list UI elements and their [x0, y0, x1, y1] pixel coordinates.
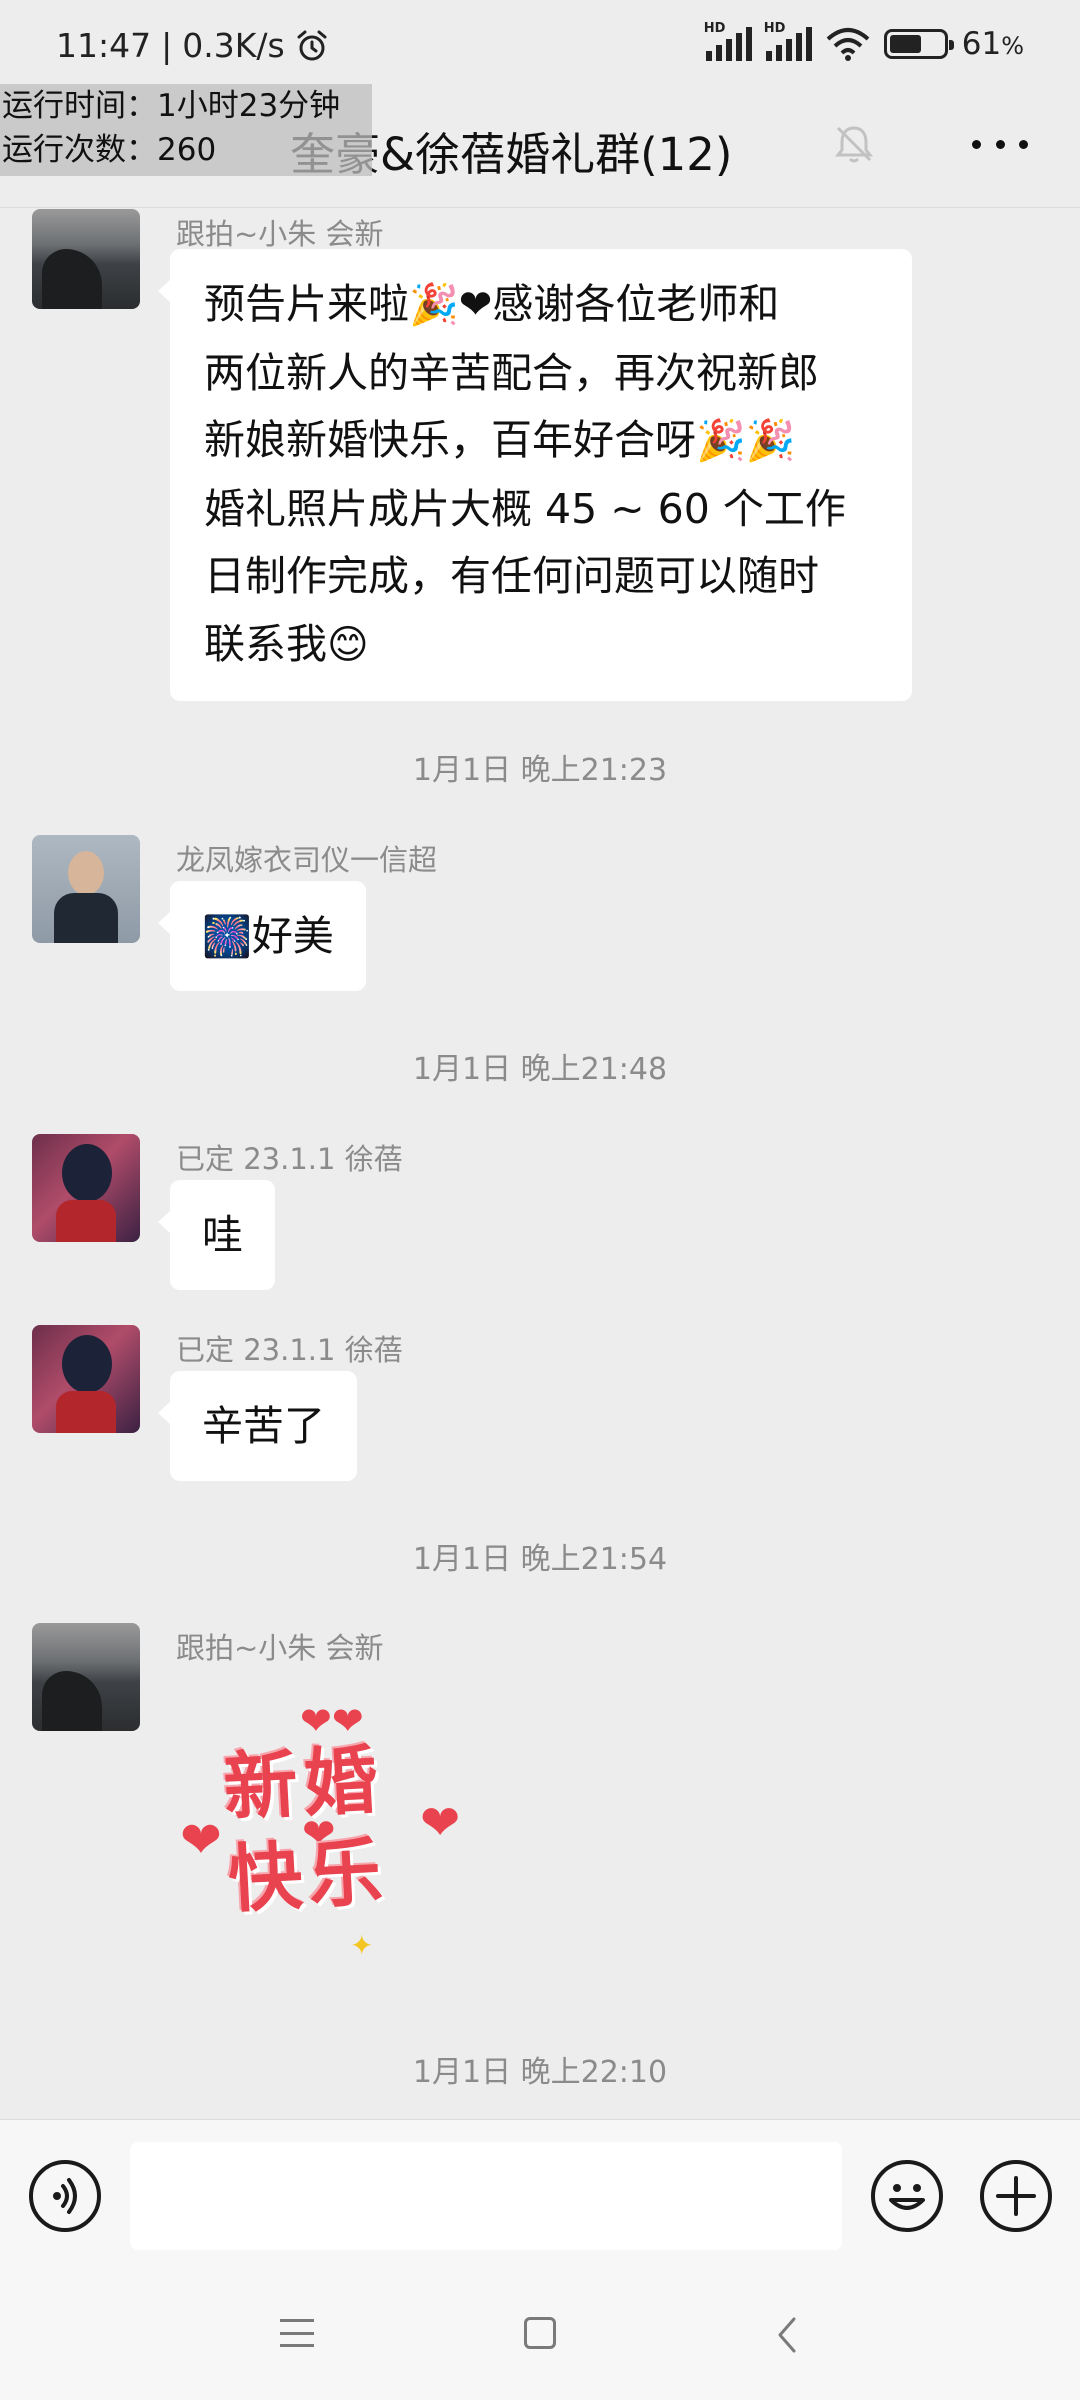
timestamp: 1月1日 晚上21:23 — [412, 753, 668, 788]
sticker-text: 新婚 快乐 — [221, 1737, 391, 1924]
mute-icon — [834, 126, 874, 163]
message-text: 辛苦了 — [202, 1402, 325, 1450]
emoji-icon — [889, 2184, 925, 2210]
avatar[interactable] — [32, 1325, 140, 1433]
sender-name: 已定 23.1.1 徐蓓 — [176, 1333, 403, 1367]
hd-signal-icon: HD — [764, 21, 812, 61]
sender-name: 跟拍~小朱 会新 — [176, 217, 384, 251]
input-bar — [0, 2119, 1080, 2275]
status-separator: | — [161, 26, 173, 65]
chat-area[interactable]: 跟拍~小朱 会新 预告片来啦🎉❤感谢各位老师和 两位新人的辛苦配合，再次祝新郎 … — [0, 209, 1080, 2119]
wedding-sticker[interactable]: ❤❤ ❤ ❤ ❤ 新婚 快乐 ✦ — [180, 1699, 480, 1962]
battery-icon — [883, 29, 954, 59]
alarm-icon — [297, 30, 327, 60]
message-line: 婚礼照片成片大概 45 ~ 60 个工作 — [204, 484, 846, 533]
more-icon[interactable] — [972, 126, 1028, 162]
message-bubble[interactable]: 辛苦了 — [158, 1371, 357, 1481]
message-input[interactable] — [130, 2142, 842, 2250]
back-icon[interactable] — [772, 2315, 802, 2355]
heart-icon: ❤ — [180, 1811, 222, 1869]
status-left: 11:47 | 0.3K/s — [56, 26, 329, 65]
runtime-overlay: 运行时间：1小时23分钟 运行次数：260 — [0, 84, 372, 176]
plus-button[interactable] — [980, 2160, 1052, 2232]
fireworks-emoji: 🎆 — [202, 914, 252, 960]
message-line: 日制作完成，有任何问题可以随时 — [204, 552, 819, 600]
avatar[interactable] — [32, 209, 140, 309]
message-text: 好美 — [251, 912, 334, 960]
system-nav-bar — [0, 2275, 1080, 2400]
status-bar: 11:47 | 0.3K/s HD HD 61% — [0, 0, 1080, 96]
message-line: 联系我😊 — [204, 619, 369, 668]
message-bubble[interactable]: 预告片来啦🎉❤感谢各位老师和 两位新人的辛苦配合，再次祝新郎 新娘新婚快乐，百年… — [158, 249, 912, 701]
status-right: HD HD 61% — [704, 21, 1024, 62]
plus-icon — [996, 2176, 1036, 2216]
timestamp: 1月1日 晚上21:48 — [412, 1052, 668, 1087]
message-line: 预告片来啦🎉❤感谢各位老师和 — [204, 280, 780, 328]
menu-icon[interactable] — [280, 2319, 314, 2347]
runtime-label: 运行时间：1小时23分钟 — [2, 88, 341, 124]
sender-name: 已定 23.1.1 徐蓓 — [176, 1142, 403, 1176]
voice-icon — [53, 2178, 77, 2214]
emoji-button[interactable] — [871, 2160, 943, 2232]
message-bubble[interactable]: 🎆好美 — [158, 881, 366, 991]
network-speed: 0.3K/s — [182, 26, 285, 65]
avatar[interactable] — [32, 1134, 140, 1242]
status-time: 11:47 — [56, 26, 152, 65]
run-count-label: 运行次数：260 — [2, 132, 217, 168]
voice-button[interactable] — [29, 2160, 101, 2232]
avatar[interactable] — [32, 835, 140, 943]
wifi-icon — [826, 28, 870, 61]
sender-name: 跟拍~小朱 会新 — [176, 1631, 384, 1665]
message-line: 两位新人的辛苦配合，再次祝新郎 — [204, 348, 819, 397]
message-bubble[interactable]: 哇 — [158, 1180, 275, 1290]
sparkle-icon: ✦ — [350, 1929, 374, 1962]
sender-name: 龙凤嫁衣司仪一信超 — [176, 843, 438, 877]
hd-signal-icon: HD — [704, 21, 752, 61]
message-text: 哇 — [202, 1211, 243, 1259]
battery-percent: 61% — [961, 26, 1024, 62]
battery-fill — [889, 35, 922, 53]
message-line: 新娘新婚快乐，百年好合呀🎉🎉 — [204, 416, 796, 464]
timestamp: 1月1日 晚上22:10 — [412, 2055, 668, 2090]
home-icon[interactable] — [524, 2317, 556, 2349]
avatar[interactable] — [32, 1623, 140, 1731]
timestamp: 1月1日 晚上21:54 — [412, 1542, 668, 1577]
